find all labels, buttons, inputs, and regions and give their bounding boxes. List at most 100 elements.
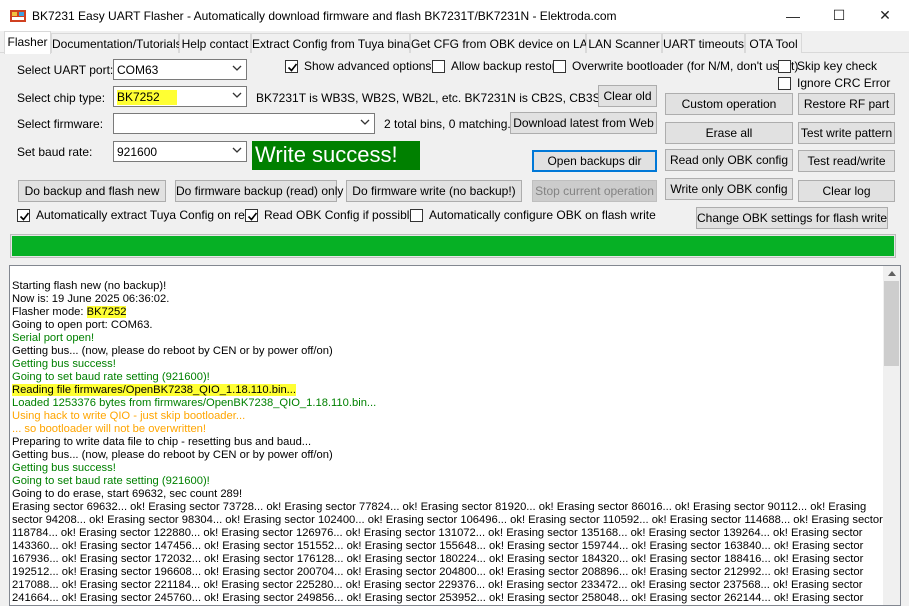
- overwrite-bootloader-label: Overwrite bootloader (for N/M, don't use…: [572, 59, 799, 73]
- custom-operation-button[interactable]: Custom operation: [665, 93, 793, 115]
- backup-and-flash-button[interactable]: Do backup and flash new: [18, 180, 166, 202]
- log-line-text: Going to do erase, start 69632, sec coun…: [12, 488, 243, 500]
- ignore-crc-checkbox[interactable]: Ignore CRC Error: [778, 76, 890, 90]
- log-line: Now is: 19 June 2025 06:36:02.: [12, 293, 884, 306]
- chip-info-text: BK7231T is WB3S, WB2S, WB2L, etc. BK7231…: [256, 91, 624, 105]
- log-line: Loaded 1253376 bytes from firmwares/Open…: [12, 397, 884, 410]
- read-only-obk-button[interactable]: Read only OBK config: [665, 149, 793, 171]
- read-obk-config-label: Read OBK Config if possible: [264, 208, 417, 222]
- progress-bar: [10, 234, 896, 258]
- log-line-text: Using hack to write QIO - just skip boot…: [12, 410, 246, 422]
- open-backups-button[interactable]: Open backups dir: [532, 150, 657, 172]
- log-line-highlight: BK7252: [86, 306, 127, 318]
- chevron-down-icon: [232, 147, 242, 153]
- checkmark-icon: [247, 212, 258, 221]
- tab-extract-config[interactable]: Extract Config from Tuya binary: [251, 33, 420, 53]
- log-line: Serial port open!: [12, 332, 884, 345]
- log-line-text: Going to set baud rate setting (921600)!: [12, 371, 210, 383]
- overwrite-bootloader-checkbox[interactable]: Overwrite bootloader (for N/M, don't use…: [553, 59, 798, 73]
- tab-lan-scanner[interactable]: LAN Scanner: [586, 33, 662, 53]
- chip-type-select[interactable]: BK7252: [113, 86, 247, 107]
- download-latest-button[interactable]: Download latest from Web: [510, 112, 657, 134]
- log-line-text: Going to set baud rate setting (921600)!: [12, 475, 210, 487]
- window-title: BK7231 Easy UART Flasher - Automatically…: [32, 9, 617, 23]
- allow-backup-restore-checkbox[interactable]: Allow backup restore: [432, 59, 562, 73]
- log-line-text: Now is: 19 June 2025 06:36:02.: [12, 293, 170, 305]
- log-line: Getting bus... (now, please do reboot by…: [12, 449, 884, 462]
- show-advanced-label: Show advanced options: [304, 59, 432, 73]
- log-line-text: Going to open port: COM63.: [12, 319, 153, 331]
- firmware-label: Select firmware:: [17, 117, 104, 131]
- log-scrollbar[interactable]: [883, 266, 900, 605]
- auto-extract-tuya-checkbox[interactable]: Automatically extract Tuya Config on rea…: [17, 208, 258, 222]
- skip-key-check-label: Skip key check: [797, 59, 878, 73]
- firmware-write-button[interactable]: Do firmware write (no backup!): [346, 180, 522, 202]
- tab-get-cfg-obk[interactable]: Get CFG from OBK device on LAN: [410, 33, 596, 53]
- scroll-up-icon[interactable]: [883, 266, 900, 281]
- skip-key-check-checkbox[interactable]: Skip key check: [778, 59, 877, 73]
- tab-uart-timeouts[interactable]: UART timeouts: [662, 33, 745, 53]
- tab-flasher[interactable]: Flasher: [4, 31, 51, 54]
- log-line: Going to open port: COM63.: [12, 319, 884, 332]
- log-line-text: Getting bus... (now, please do reboot by…: [12, 449, 333, 461]
- tab-help-contact[interactable]: Help contact: [179, 33, 251, 53]
- change-obk-settings-button[interactable]: Change OBK settings for flash write: [696, 207, 888, 229]
- baud-rate-value: 921600: [117, 145, 158, 159]
- clear-log-button[interactable]: Clear log: [798, 180, 895, 202]
- log-line: Getting bus success!: [12, 358, 884, 371]
- title-bar: BK7231 Easy UART Flasher - Automatically…: [0, 0, 909, 31]
- firmware-select[interactable]: [113, 113, 375, 134]
- log-line-text: Getting bus... (now, please do reboot by…: [12, 345, 333, 357]
- minimize-button[interactable]: —: [770, 0, 816, 31]
- clear-old-button[interactable]: Clear old: [598, 85, 657, 107]
- ignore-crc-label: Ignore CRC Error: [797, 76, 891, 90]
- baud-rate-label: Set baud rate:: [17, 145, 93, 159]
- uart-port-value: COM63: [117, 63, 159, 77]
- show-advanced-checkbox[interactable]: Show advanced options: [285, 59, 431, 73]
- progress-fill: [12, 236, 894, 256]
- restore-rf-button[interactable]: Restore RF part: [798, 93, 895, 115]
- baud-rate-select[interactable]: 921600: [113, 141, 247, 162]
- stop-operation-button[interactable]: Stop current operation: [532, 180, 657, 202]
- write-only-obk-button[interactable]: Write only OBK config: [665, 178, 793, 200]
- scroll-thumb[interactable]: [884, 281, 899, 366]
- auto-extract-tuya-label: Automatically extract Tuya Config on rea…: [36, 208, 259, 222]
- log-line-text: Starting flash new (no backup)!: [12, 280, 167, 292]
- log-line: Starting flash new (no backup)!: [12, 280, 884, 293]
- log-line-text: Serial port open!: [12, 332, 95, 344]
- log-line-text: Preparing to write data file to chip - r…: [12, 436, 312, 448]
- chevron-down-icon: [232, 92, 242, 98]
- log-line: Getting bus success!: [12, 462, 884, 475]
- log-line: Getting bus... (now, please do reboot by…: [12, 345, 884, 358]
- firmware-backup-button[interactable]: Do firmware backup (read) only: [175, 180, 343, 202]
- log-line: Going to set baud rate setting (921600)!: [12, 371, 884, 384]
- log-line: Going to do erase, start 69632, sec coun…: [12, 488, 884, 501]
- allow-backup-restore-label: Allow backup restore: [451, 59, 563, 73]
- test-read-write-button[interactable]: Test read/write: [798, 150, 895, 172]
- log-output[interactable]: Starting flash new (no backup)! Now is: 1…: [9, 265, 901, 606]
- tab-documentation[interactable]: Documentation/Tutorials: [51, 33, 182, 53]
- tab-strip: Flasher Documentation/Tutorials Help con…: [0, 31, 909, 54]
- bins-info-text: 2 total bins, 0 matching.: [384, 117, 511, 131]
- uart-port-select[interactable]: COM63: [113, 59, 247, 80]
- maximize-button[interactable]: ☐: [816, 0, 862, 31]
- log-line-text: Getting bus success!: [12, 358, 116, 370]
- log-line: Going to set baud rate setting (921600)!: [12, 475, 884, 488]
- log-line-text: Getting bus success!: [12, 462, 116, 474]
- auto-configure-obk-label: Automatically configure OBK on flash wri…: [429, 208, 656, 222]
- auto-configure-obk-checkbox[interactable]: Automatically configure OBK on flash wri…: [410, 208, 656, 222]
- test-write-pattern-button[interactable]: Test write pattern: [798, 122, 895, 144]
- chip-type-label: Select chip type:: [17, 91, 106, 105]
- log-line: Flasher mode: BK7252: [12, 306, 884, 319]
- erase-all-button[interactable]: Erase all: [665, 122, 793, 144]
- log-line: Erasing sector 69632... ok! Erasing sect…: [12, 501, 884, 605]
- log-line: Using hack to write QIO - just skip boot…: [12, 410, 884, 423]
- log-line-text: Flasher mode:: [12, 306, 87, 318]
- close-button[interactable]: ✕: [862, 0, 908, 31]
- app-icon: [10, 10, 26, 22]
- tab-ota-tool[interactable]: OTA Tool: [745, 33, 802, 53]
- log-line-text: Reading file firmwares/OpenBK7238_QIO_1.…: [12, 384, 296, 396]
- log-lines: Starting flash new (no backup)! Now is: 1…: [12, 280, 884, 605]
- read-obk-config-checkbox[interactable]: Read OBK Config if possible: [245, 208, 416, 222]
- log-line: ... so bootloader will not be overwritte…: [12, 423, 884, 436]
